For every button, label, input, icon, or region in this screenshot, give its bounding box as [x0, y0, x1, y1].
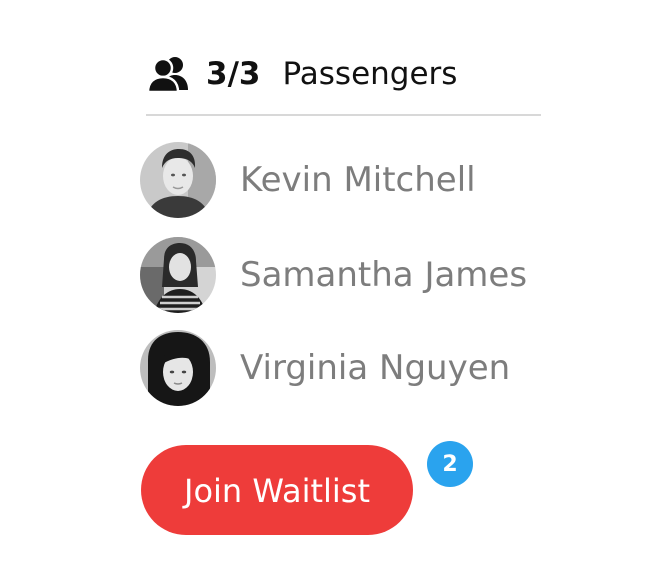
avatar — [140, 237, 216, 313]
avatar — [140, 330, 216, 406]
passenger-row: Samantha James — [140, 236, 527, 314]
passenger-name: Virginia Nguyen — [240, 348, 511, 388]
header-divider — [146, 114, 541, 116]
passengers-label: Passengers — [282, 56, 458, 92]
passenger-name: Kevin Mitchell — [240, 160, 476, 200]
avatar — [140, 142, 216, 218]
passenger-row: Virginia Nguyen — [140, 329, 510, 407]
join-waitlist-button[interactable]: Join Waitlist — [141, 445, 413, 535]
people-icon — [146, 54, 192, 94]
passenger-count: 3/3 — [206, 56, 261, 92]
passenger-row: Kevin Mitchell — [140, 141, 476, 219]
passenger-name: Samantha James — [240, 255, 528, 295]
waitlist-count-badge: 2 — [427, 441, 473, 487]
passengers-header: 3/3 Passengers — [146, 52, 457, 96]
